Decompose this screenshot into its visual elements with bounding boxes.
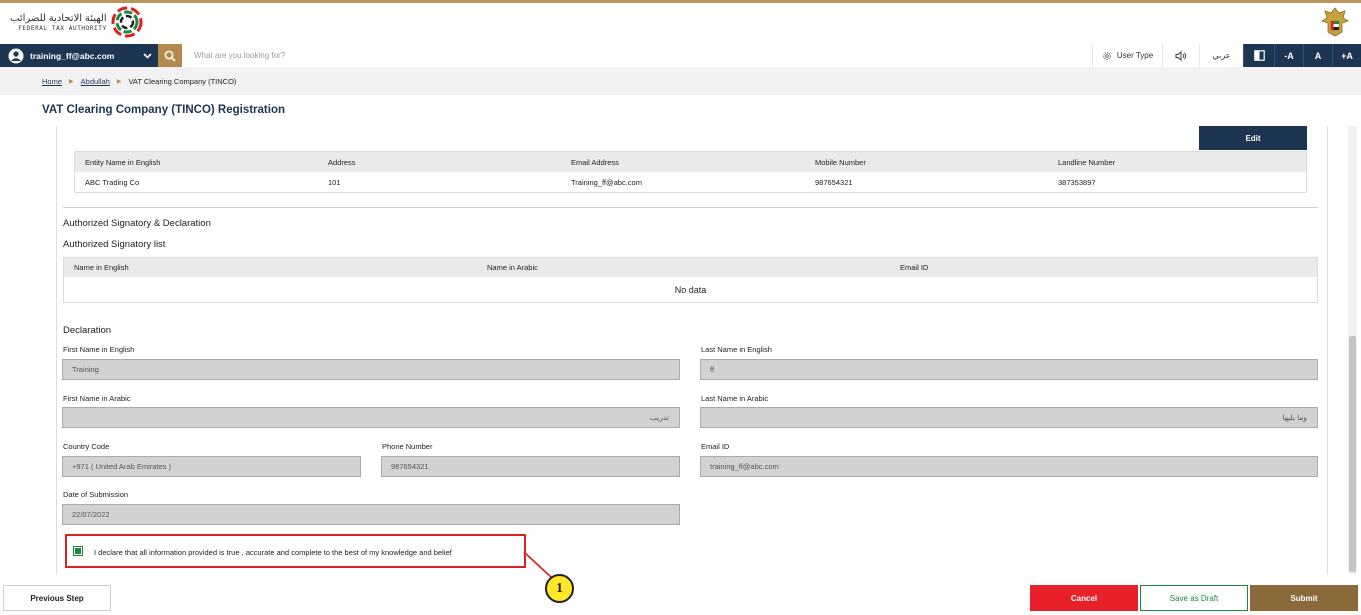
column-header: Name in Arabic [487, 263, 538, 272]
country-code-field[interactable]: +971 ( United Arab Emirates ) [62, 456, 361, 477]
checkbox-checked-mark [75, 548, 81, 554]
top-navbar: training_ff@abc.com User Type عربي [0, 44, 1361, 67]
user-menu-button[interactable]: training_ff@abc.com [0, 44, 158, 67]
phone-number-field[interactable]: 987654321 [381, 456, 680, 477]
first-name-en-field[interactable]: Training [62, 359, 680, 380]
chevron-down-icon [143, 53, 152, 59]
table-cell: ABC Trading Co [85, 177, 140, 187]
column-header: Email ID [900, 263, 929, 272]
cancel-button[interactable]: Cancel [1030, 585, 1138, 611]
breadcrumb-home-link[interactable]: Home [42, 77, 62, 86]
font-decrease-button[interactable]: -A [1274, 44, 1303, 67]
declaration-title: Declaration [63, 325, 112, 336]
email-id-label: Email ID [701, 442, 730, 451]
search-button[interactable] [158, 44, 182, 67]
last-name-en-field[interactable]: ff [700, 359, 1318, 380]
font-increase-button[interactable]: +A [1332, 44, 1361, 67]
save-as-draft-button[interactable]: Save as Draft [1140, 585, 1248, 611]
table-cell: 987654321 [815, 177, 853, 187]
column-header: Email Address [571, 157, 619, 167]
fta-emblem-icon [111, 6, 143, 38]
declaration-checkbox[interactable] [73, 546, 83, 556]
column-header: Landline Number [1058, 157, 1116, 167]
page-title: VAT Clearing Company (TINCO) Registratio… [42, 104, 286, 116]
signatory-section-title: Authorized Signatory & Declaration [63, 218, 211, 229]
arabic-language-label: عربي [1212, 51, 1231, 60]
breadcrumb-arrow-icon: ▶ [69, 79, 74, 85]
table-header-row: Entity Name in English Address Email Add… [75, 152, 1306, 172]
previous-step-button[interactable]: Previous Step [3, 585, 111, 611]
breadcrumb-abdullah-link[interactable]: Abdullah [81, 77, 110, 86]
site-header: الهيئة الاتحادية للضرائب FEDERAL TAX AUT… [0, 3, 1361, 41]
breadcrumb-arrow-icon: ▶ [116, 79, 122, 85]
phone-number-label: Phone Number [382, 442, 433, 451]
accessibility-toolbar: User Type عربي -A A +A [1092, 44, 1361, 67]
column-header: Name in English [74, 263, 129, 272]
user-avatar-icon [8, 48, 24, 63]
table-cell: Training_ff@abc.com [571, 177, 642, 187]
column-header: Address [328, 157, 356, 167]
contrast-icon [1253, 50, 1265, 61]
column-header: Entity Name in English [85, 157, 161, 167]
declaration-text[interactable]: I declare that all information provided … [94, 548, 452, 557]
logo-arabic-text: الهيئة الاتحادية للضرائب [10, 12, 107, 24]
gear-icon [1103, 51, 1111, 60]
speaker-icon [1175, 50, 1187, 61]
search-input[interactable] [182, 44, 1092, 67]
last-name-ar-field[interactable]: وما يليها [700, 407, 1318, 428]
first-name-en-label: First Name in English [63, 345, 135, 354]
date-of-submission-label: Date of Submission [63, 490, 129, 499]
audio-button[interactable] [1162, 44, 1199, 67]
font-normal-button[interactable]: A [1303, 44, 1332, 67]
signatory-table: Name in English Name in Arabic Email ID … [63, 257, 1318, 303]
email-id-field[interactable]: training_ff@abc.com [700, 456, 1318, 477]
user-type-button[interactable]: User Type [1092, 44, 1162, 67]
form-footer: Previous Step Cancel Save as Draft Submi… [0, 580, 1361, 615]
country-code-label: Country Code [63, 442, 110, 451]
edit-entity-button[interactable]: Edit [1199, 126, 1307, 150]
table-cell: 387353897 [1058, 177, 1096, 187]
language-toggle[interactable]: عربي [1199, 44, 1243, 67]
logo-english-text: FEDERAL TAX AUTHORITY [18, 24, 107, 32]
fta-logo[interactable]: الهيئة الاتحادية للضرائب FEDERAL TAX AUT… [10, 6, 143, 38]
last-name-en-label: Last Name in English [701, 345, 772, 354]
declaration-highlight-box: I declare that all information provided … [65, 534, 526, 568]
user-type-label: User Type [1116, 51, 1154, 60]
search-icon [164, 50, 176, 62]
first-name-ar-label: First Name in Arabic [63, 394, 131, 403]
breadcrumb-bar: Home ▶ Abdullah ▶ VAT Clearing Company (… [0, 67, 1361, 95]
scrollbar-thumb[interactable] [1349, 336, 1356, 572]
entity-table: Entity Name in English Address Email Add… [74, 151, 1307, 193]
last-name-ar-label: Last Name in Arabic [701, 394, 769, 403]
signatory-list-title: Authorized Signatory list [63, 239, 166, 250]
empty-table-message: No data [674, 285, 707, 295]
uae-emblem-icon [1321, 7, 1349, 37]
section-divider [63, 207, 1318, 208]
table-row: ABC Trading Co 101 Training_ff@abc.com 9… [75, 172, 1306, 192]
first-name-ar-field[interactable]: تدريب [62, 407, 680, 428]
breadcrumb: Home ▶ Abdullah ▶ VAT Clearing Company (… [42, 77, 236, 86]
contrast-toggle-button[interactable] [1243, 44, 1274, 67]
column-header: Mobile Number [815, 157, 866, 167]
table-cell: 101 [328, 177, 341, 187]
table-header-row: Name in English Name in Arabic Email ID [64, 258, 1317, 277]
submit-button[interactable]: Submit [1250, 585, 1358, 611]
breadcrumb-current: VAT Clearing Company (TINCO) [128, 77, 237, 86]
date-of-submission-field[interactable]: 22/07/2022 [62, 504, 680, 525]
user-email: training_ff@abc.com [30, 50, 115, 61]
